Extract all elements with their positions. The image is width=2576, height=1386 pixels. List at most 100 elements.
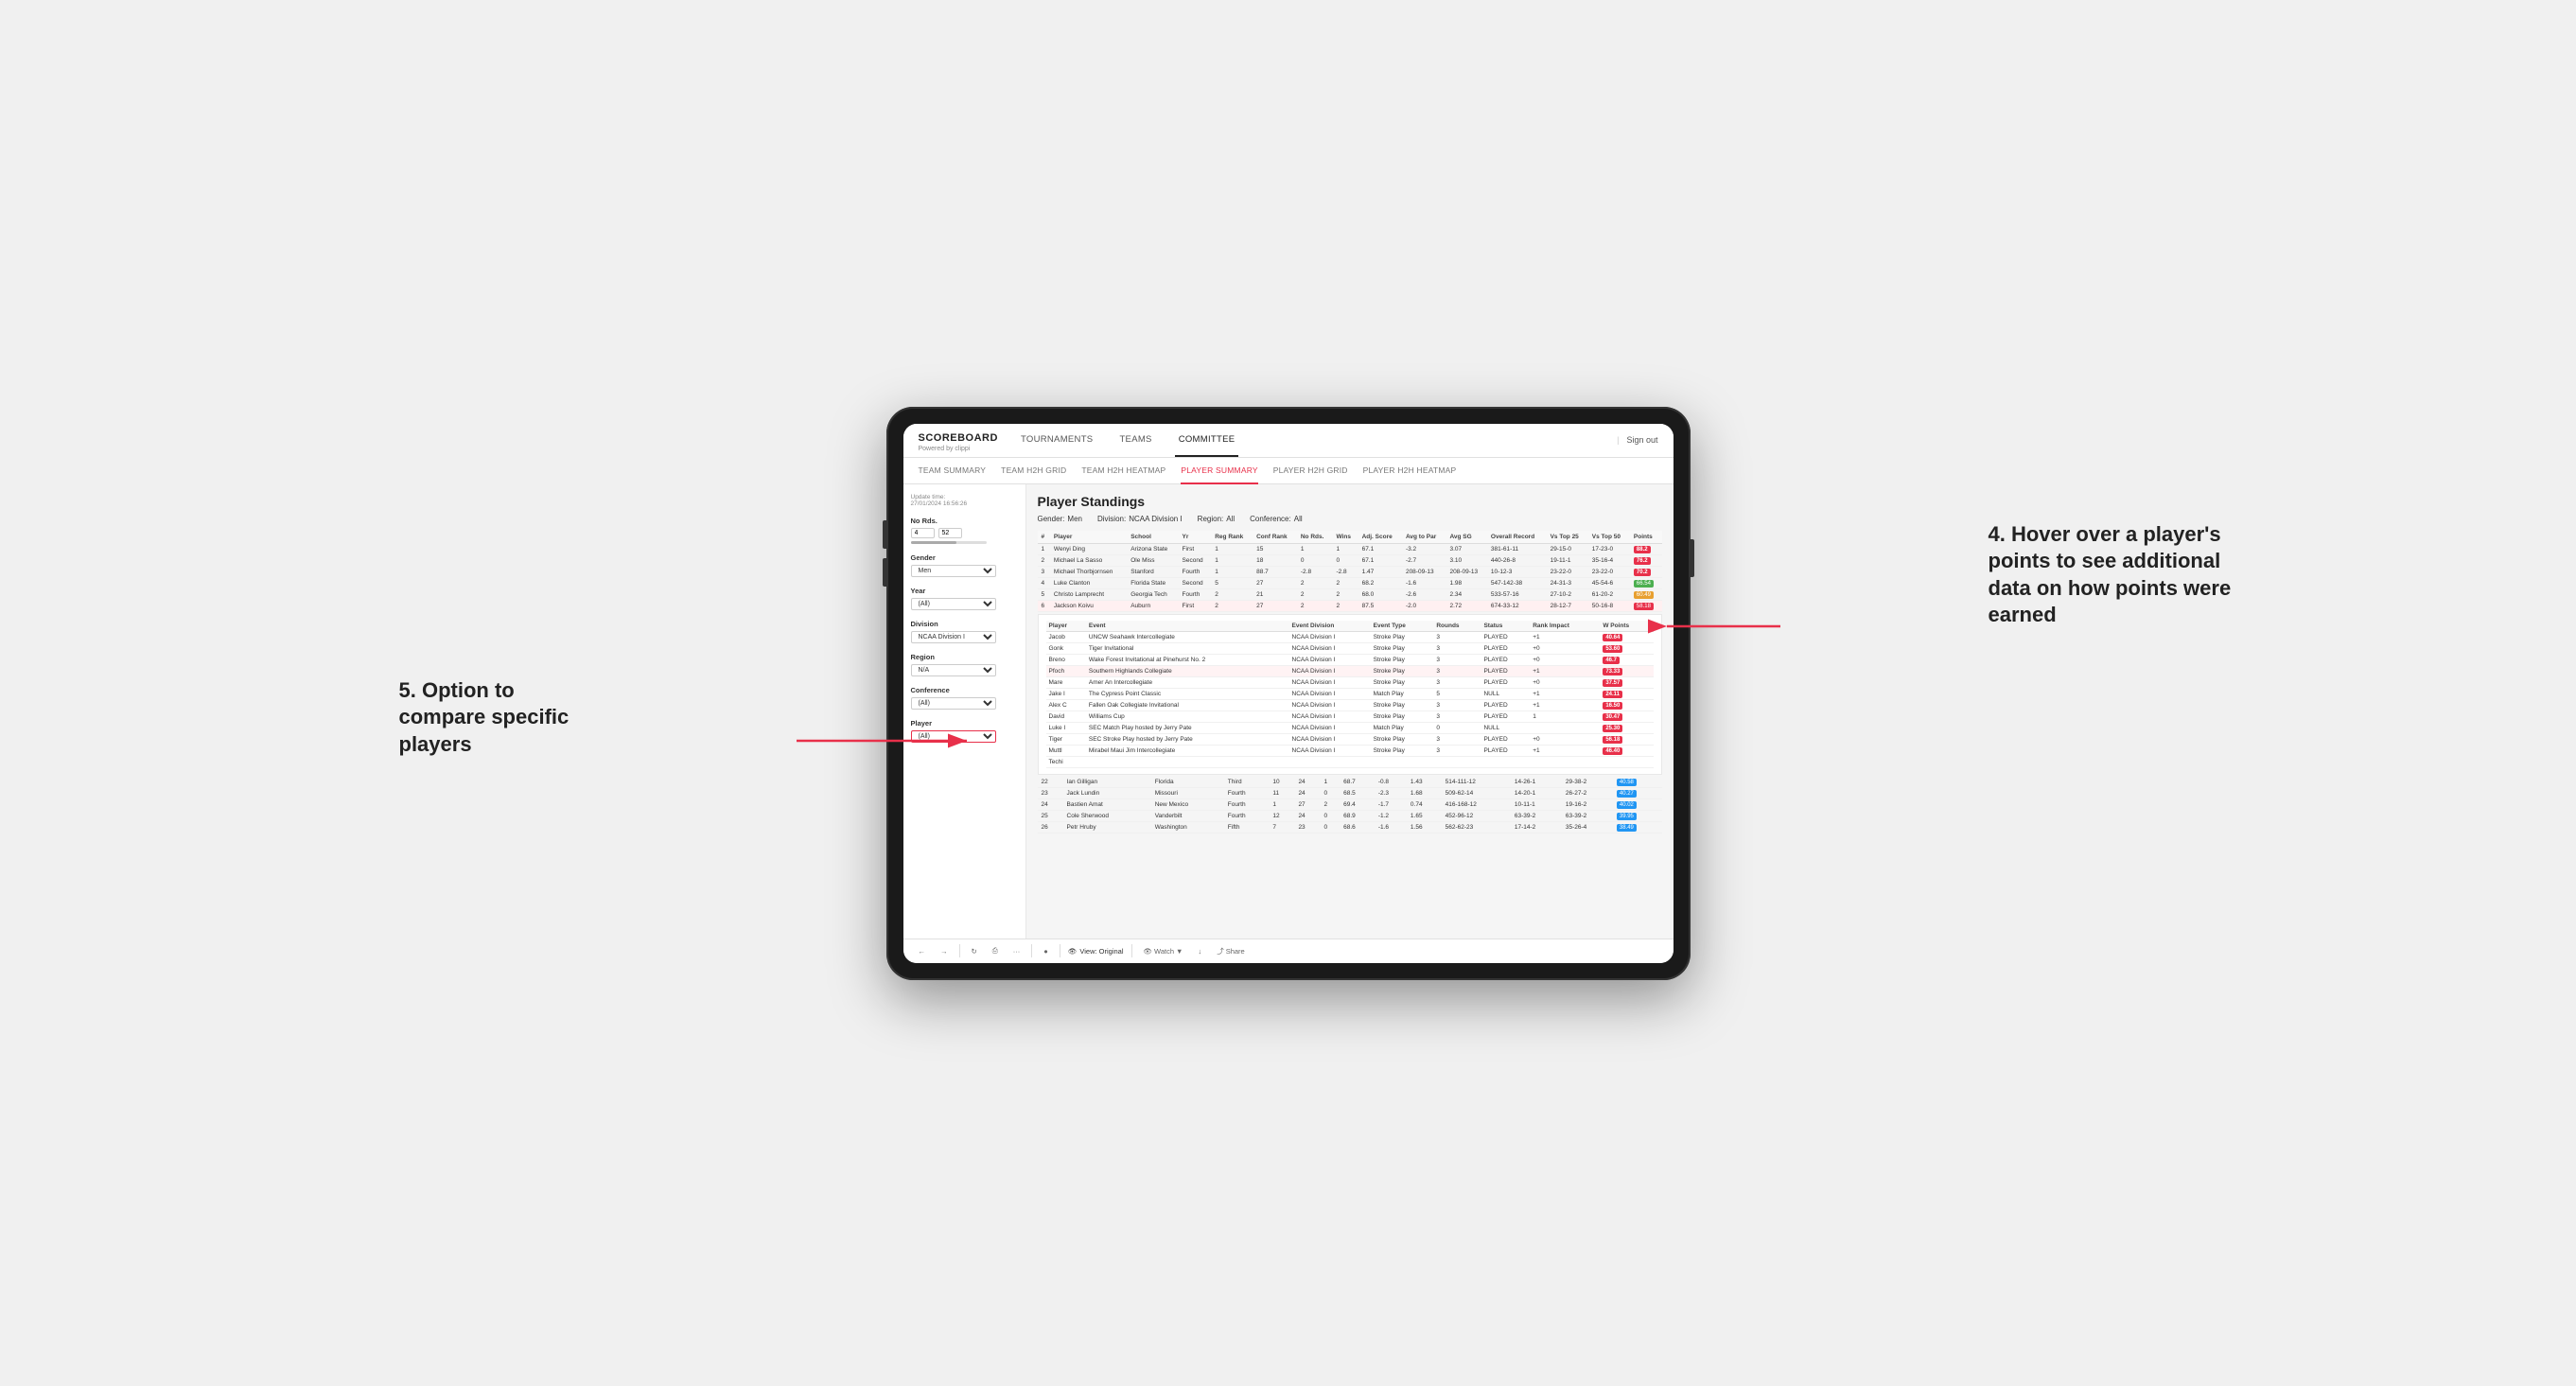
col-player: Player — [1050, 531, 1127, 544]
main-content: Update time: 27/01/2024 16:56:26 No Rds. — [903, 484, 1674, 939]
content-area: Player Standings Gender: Men Division: N… — [1026, 484, 1674, 939]
event-row: Luke I SEC Match Play hosted by Jerry Pa… — [1046, 722, 1654, 733]
no-rds-min-input[interactable] — [911, 528, 935, 538]
col-points: Points — [1630, 531, 1662, 544]
no-rds-section: No Rds. — [911, 517, 1018, 544]
col-num: # — [1038, 531, 1050, 544]
sub-nav: TEAM SUMMARY TEAM H2H GRID TEAM H2H HEAT… — [903, 458, 1674, 484]
event-points[interactable]: 30.47 — [1603, 713, 1622, 721]
logo-text: SCOREBOARD — [919, 432, 998, 444]
points-lower[interactable]: 40.27 — [1617, 790, 1637, 798]
header-right: | Sign out — [1617, 435, 1657, 445]
filter-division: Division: NCAA Division I — [1097, 515, 1183, 523]
table-row: 4 Luke Clanton Florida State Second 5 27… — [1038, 577, 1662, 588]
table-row: 26 Petr Hruby Washington Fifth 7 23 0 68… — [1038, 821, 1662, 833]
col-reg-rank: Reg Rank — [1211, 531, 1253, 544]
event-points[interactable]: 16.50 — [1603, 702, 1622, 710]
share-icon: ⤴ — [1217, 946, 1224, 956]
conference-select[interactable]: (All) — [911, 697, 996, 710]
col-record: Overall Record — [1487, 531, 1547, 544]
event-points[interactable]: 53.60 — [1603, 645, 1622, 653]
conference-section: Conference (All) — [911, 686, 1018, 710]
subnav-team-h2h-heatmap[interactable]: TEAM H2H HEATMAP — [1081, 458, 1165, 484]
standings-table: # Player School Yr Reg Rank Conf Rank No… — [1038, 531, 1662, 612]
watch-icon: 👁 — [1144, 947, 1153, 956]
view-original-label[interactable]: 👁 View: Original — [1068, 947, 1124, 956]
points-lower[interactable]: 38.49 — [1617, 824, 1637, 832]
sidebar: Update time: 27/01/2024 16:56:26 No Rds. — [903, 484, 1026, 939]
event-points[interactable]: 56.18 — [1603, 736, 1622, 744]
points-badge[interactable]: 88.2 — [1634, 546, 1651, 553]
toolbar-separator-2 — [1031, 944, 1032, 957]
table-row: 2 Michael La Sasso Ole Miss Second 1 18 … — [1038, 554, 1662, 566]
table-row: 24 Bastien Amat New Mexico Fourth 1 27 2… — [1038, 798, 1662, 810]
no-rds-slider[interactable] — [911, 541, 987, 544]
conference-label: Conference — [911, 686, 1018, 694]
event-row: Mare Amer An Intercollegiate NCAA Divisi… — [1046, 676, 1654, 688]
event-table-header: Player Event Event Division Event Type R… — [1046, 621, 1654, 632]
forward-button[interactable]: → — [937, 945, 952, 957]
subnav-player-h2h-heatmap[interactable]: PLAYER H2H HEATMAP — [1363, 458, 1457, 484]
sign-out-button[interactable]: Sign out — [1626, 435, 1657, 445]
refresh-button[interactable]: ↻ — [968, 945, 981, 957]
eye-icon: 👁 — [1068, 947, 1078, 956]
nav-teams[interactable]: TEAMS — [1115, 424, 1155, 458]
nav-tournaments[interactable]: TOURNAMENTS — [1017, 424, 1097, 458]
page-title: Player Standings — [1038, 494, 1662, 509]
points-badge[interactable]: 76.2 — [1634, 557, 1651, 565]
points-badge-green[interactable]: 66.54 — [1634, 580, 1654, 588]
bottom-toolbar: ← → ↻ ⎙ ··· ● 👁 View: Original 👁 Watch ▼ — [903, 939, 1674, 963]
event-row: Jake I The Cypress Point Classic NCAA Di… — [1046, 688, 1654, 699]
update-time-label: Update time: — [911, 494, 1018, 500]
app-header: SCOREBOARD Powered by clippi TOURNAMENTS… — [903, 424, 1674, 458]
region-select[interactable]: N/A — [911, 664, 996, 676]
logo-sub: Powered by clippi — [919, 446, 998, 452]
event-row: Breno Wake Forest Invitational at Pinehu… — [1046, 654, 1654, 665]
col-conf-rank: Conf Rank — [1253, 531, 1297, 544]
filter-bar: Gender: Men Division: NCAA Division I Re… — [1038, 515, 1662, 523]
subnav-team-h2h-grid[interactable]: TEAM H2H GRID — [1001, 458, 1066, 484]
dots-button[interactable]: ··· — [1009, 945, 1025, 957]
event-points[interactable]: 37.57 — [1603, 679, 1622, 687]
annotation-left: 5. Option to compare specific players — [399, 676, 607, 758]
year-label: Year — [911, 587, 1018, 595]
points-lower[interactable]: 40.02 — [1617, 801, 1637, 809]
subnav-team-summary[interactable]: TEAM SUMMARY — [919, 458, 987, 484]
event-table: Player Event Event Division Event Type R… — [1046, 621, 1654, 768]
event-row: Techi — [1046, 756, 1654, 767]
copy-button[interactable]: ⎙ — [989, 944, 1002, 957]
points-lower[interactable]: 40.58 — [1617, 779, 1637, 786]
update-time-value: 27/01/2024 16:56:26 — [911, 500, 1018, 507]
division-section: Division NCAA Division I — [911, 620, 1018, 643]
nav-committee[interactable]: COMMITTEE — [1175, 424, 1239, 458]
points-badge-green[interactable]: 60.49 — [1634, 591, 1654, 599]
event-points[interactable]: 40.64 — [1603, 634, 1622, 641]
subnav-player-summary[interactable]: PLAYER SUMMARY — [1181, 458, 1257, 484]
share-button[interactable]: ⤴ Share — [1213, 944, 1249, 958]
division-select[interactable]: NCAA Division I — [911, 631, 996, 643]
clock-button[interactable]: ● — [1040, 945, 1052, 957]
event-points[interactable]: 24.11 — [1603, 691, 1622, 698]
points-lower[interactable]: 39.95 — [1617, 813, 1637, 820]
subnav-player-h2h-grid[interactable]: PLAYER H2H GRID — [1273, 458, 1348, 484]
year-section: Year (All) — [911, 587, 1018, 610]
watch-button[interactable]: 👁 Watch ▼ — [1140, 945, 1187, 957]
points-badge-hovered[interactable]: 58.18 — [1634, 603, 1654, 610]
no-rds-label: No Rds. — [911, 517, 1018, 525]
event-points[interactable]: 73.33 — [1603, 668, 1622, 675]
event-tooltip: Player Event Event Division Event Type R… — [1038, 614, 1662, 775]
gender-select[interactable]: Men — [911, 565, 996, 577]
points-badge[interactable]: 70.2 — [1634, 569, 1651, 576]
col-no-rds: No Rds. — [1297, 531, 1333, 544]
no-rds-max-input[interactable] — [938, 528, 962, 538]
back-button[interactable]: ← — [915, 945, 930, 957]
event-points[interactable]: 46.40 — [1603, 747, 1622, 755]
table-row: 3 Michael Thorbjornsen Stanford Fourth 1… — [1038, 566, 1662, 577]
table-row: 23 Jack Lundin Missouri Fourth 11 24 0 6… — [1038, 787, 1662, 798]
event-points[interactable]: 25.30 — [1603, 725, 1622, 732]
event-points[interactable]: 46.7 — [1603, 657, 1620, 664]
table-row: 5 Christo Lamprecht Georgia Tech Fourth … — [1038, 588, 1662, 600]
year-select[interactable]: (All) — [911, 598, 996, 610]
col-wins: Wins — [1332, 531, 1358, 544]
download-button[interactable]: ↓ — [1194, 945, 1205, 957]
